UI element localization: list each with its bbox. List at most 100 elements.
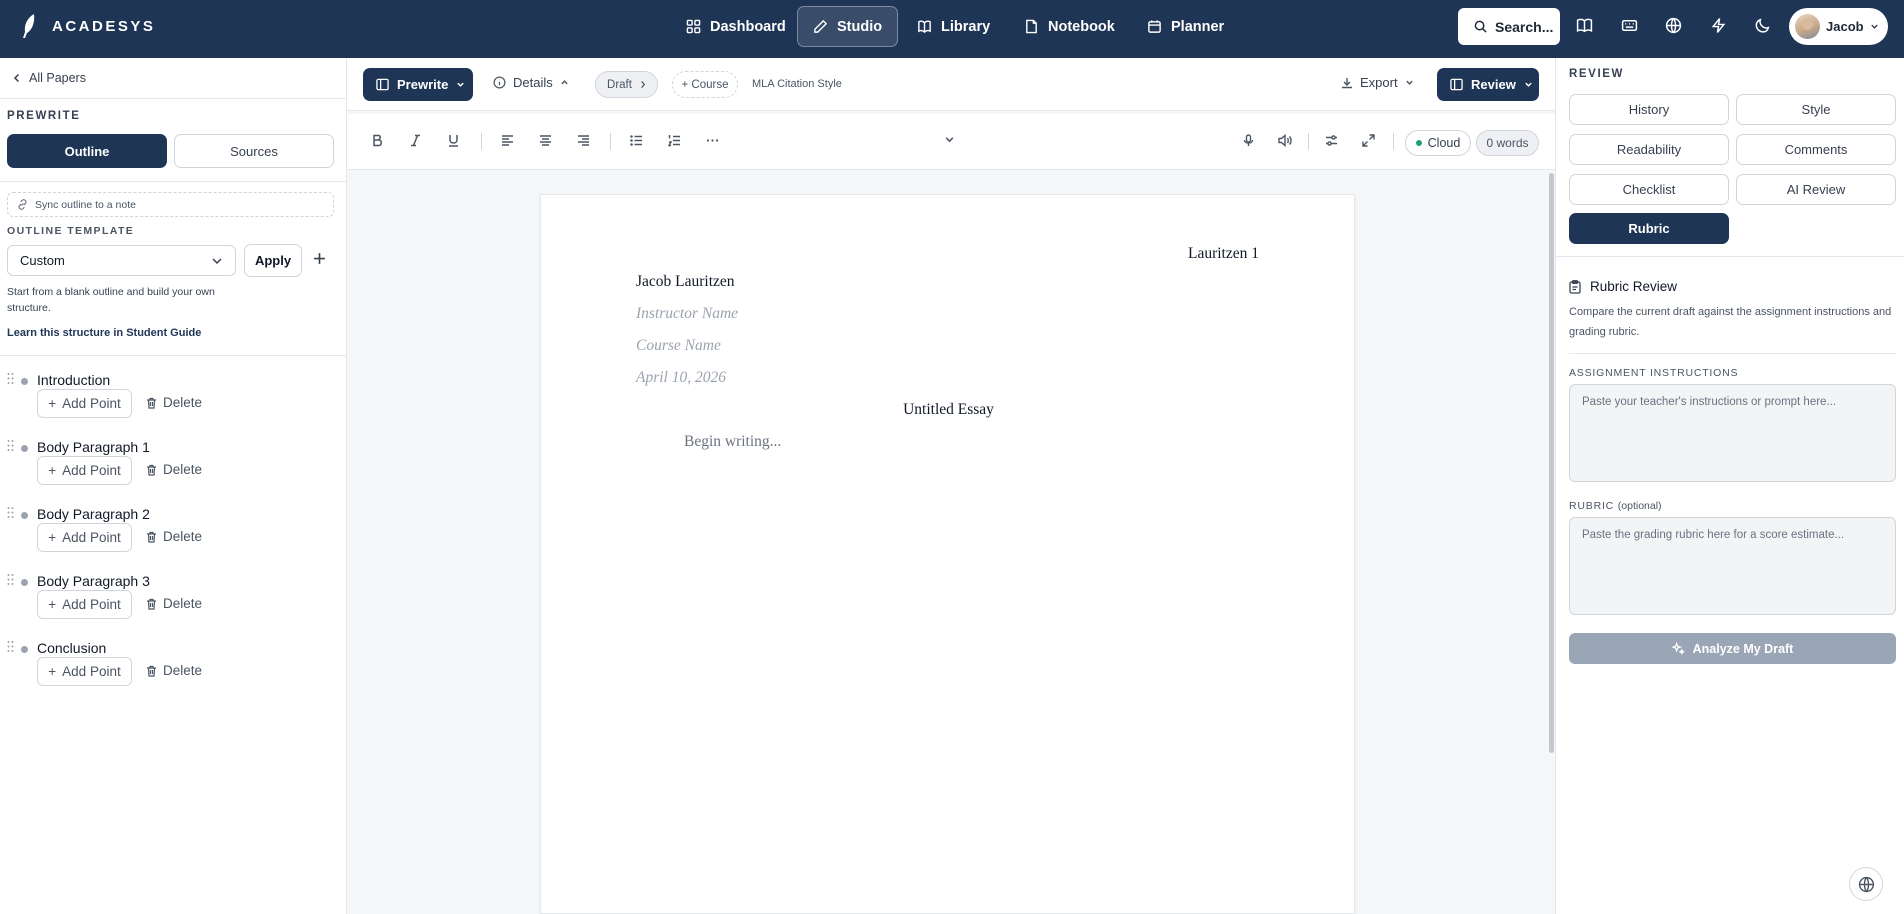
outline-item-title[interactable]: Body Paragraph 2 — [37, 506, 150, 522]
drag-handle-icon[interactable] — [7, 573, 14, 586]
date-placeholder[interactable]: April 10, 2026 — [636, 369, 726, 387]
panel-icon — [1450, 78, 1463, 91]
essay-title[interactable]: Untitled Essay — [541, 401, 1356, 419]
bullet-list-icon[interactable] — [630, 134, 643, 147]
outline-item-title[interactable]: Introduction — [37, 372, 110, 388]
outline-template-select[interactable]: Custom — [7, 245, 236, 276]
tab-outline[interactable]: Outline — [7, 134, 167, 168]
details-button[interactable]: Details — [493, 75, 569, 90]
review-history-button[interactable]: History — [1569, 94, 1729, 125]
assignment-instructions-input[interactable] — [1569, 384, 1896, 482]
review-readability-button[interactable]: Readability — [1569, 134, 1729, 165]
moon-icon[interactable] — [1754, 17, 1773, 36]
expand-icon[interactable] — [1362, 134, 1375, 147]
outline-item: Body Paragraph 2 + Add Point Delete — [0, 506, 347, 566]
details-label: Details — [513, 75, 553, 90]
globe-icon[interactable] — [1665, 17, 1684, 36]
student-guide-link[interactable]: Learn this structure in Student Guide — [7, 327, 201, 339]
outline-item-title[interactable]: Conclusion — [37, 640, 106, 656]
chevron-up-icon — [560, 78, 569, 87]
rubric-review-title: Rubric Review — [1590, 279, 1678, 294]
analyze-draft-button[interactable]: Analyze My Draft — [1569, 633, 1896, 664]
draft-status-button[interactable]: Draft — [595, 71, 658, 98]
more-icon[interactable] — [706, 134, 719, 147]
chevron-down-icon — [1524, 80, 1533, 89]
underline-icon[interactable] — [448, 134, 459, 147]
review-style-button[interactable]: Style — [1736, 94, 1896, 125]
review-checklist-button[interactable]: Checklist — [1569, 174, 1729, 205]
add-point-button[interactable]: + Add Point — [37, 590, 132, 619]
export-button[interactable]: Export — [1341, 75, 1414, 90]
app-logo[interactable]: ACADESYS — [22, 13, 155, 39]
editor-scrollbar[interactable] — [1549, 173, 1554, 753]
delete-button[interactable]: Delete — [146, 395, 202, 410]
sync-outline-button[interactable]: Sync outline to a note — [7, 192, 334, 217]
template-hint: Start from a blank outline and build you… — [7, 286, 215, 314]
chevron-right-icon — [640, 80, 646, 89]
delete-button[interactable]: Delete — [146, 529, 202, 544]
delete-label: Delete — [163, 663, 203, 678]
add-point-button[interactable]: + Add Point — [37, 523, 132, 552]
review-ai-button[interactable]: AI Review — [1736, 174, 1896, 205]
numbered-list-icon[interactable] — [668, 134, 681, 147]
chevron-down-icon — [1405, 78, 1414, 87]
rubric-review-description: Compare the current draft against the as… — [1569, 306, 1892, 338]
review-toggle-button[interactable]: Review — [1437, 68, 1539, 101]
instructor-name-placeholder[interactable]: Instructor Name — [636, 305, 738, 323]
search-button[interactable]: Search... — [1458, 8, 1560, 45]
nav-studio-label: Studio — [837, 18, 883, 35]
nav-dashboard[interactable]: Dashboard — [671, 6, 801, 47]
nav-notebook[interactable]: Notebook — [1009, 6, 1130, 47]
delete-button[interactable]: Delete — [146, 462, 202, 477]
apply-template-button[interactable]: Apply — [244, 244, 302, 277]
align-left-icon[interactable] — [501, 134, 514, 147]
review-rubric-button[interactable]: Rubric — [1569, 213, 1729, 244]
microphone-icon[interactable] — [1242, 134, 1255, 147]
italic-icon[interactable] — [410, 134, 421, 147]
keyboard-icon[interactable] — [1621, 17, 1640, 36]
floating-globe-button[interactable] — [1849, 867, 1883, 901]
nav-planner[interactable]: Planner — [1132, 6, 1239, 47]
all-papers-link[interactable]: All Papers — [13, 71, 86, 85]
rubric-input[interactable] — [1569, 517, 1896, 615]
tab-sources[interactable]: Sources — [174, 134, 334, 168]
course-name-placeholder[interactable]: Course Name — [636, 337, 721, 355]
nav-studio[interactable]: Studio — [797, 6, 899, 47]
trash-icon — [146, 397, 157, 409]
drag-handle-icon[interactable] — [7, 439, 14, 452]
align-right-icon[interactable] — [577, 134, 590, 147]
outline-item-title[interactable]: Body Paragraph 1 — [37, 439, 150, 455]
speaker-icon[interactable] — [1278, 134, 1292, 147]
drag-handle-icon[interactable] — [7, 506, 14, 519]
book-open-icon[interactable] — [1576, 17, 1595, 36]
essay-body-placeholder[interactable]: Begin writing... — [684, 433, 781, 451]
add-template-icon[interactable] — [313, 252, 326, 265]
review-comments-button[interactable]: Comments — [1736, 134, 1896, 165]
drag-handle-icon[interactable] — [7, 372, 14, 385]
document-page[interactable]: Lauritzen 1 Jacob Lauritzen Instructor N… — [540, 194, 1355, 914]
outline-item-title[interactable]: Body Paragraph 3 — [37, 573, 150, 589]
align-center-icon[interactable] — [539, 134, 552, 147]
nav-library[interactable]: Library — [902, 6, 1005, 47]
delete-button[interactable]: Delete — [146, 663, 202, 678]
citation-style-label[interactable]: MLA Citation Style — [752, 78, 842, 90]
chevron-down-icon[interactable] — [944, 134, 955, 145]
add-point-button[interactable]: + Add Point — [37, 657, 132, 686]
author-name[interactable]: Jacob Lauritzen — [636, 273, 735, 291]
delete-label: Delete — [163, 529, 203, 544]
chevron-down-icon — [456, 80, 465, 89]
divider — [0, 98, 347, 99]
add-point-button[interactable]: + Add Point — [37, 456, 132, 485]
settings-sliders-icon[interactable] — [1325, 134, 1338, 147]
add-course-button[interactable]: + Course — [672, 71, 738, 98]
delete-button[interactable]: Delete — [146, 596, 202, 611]
drag-handle-icon[interactable] — [7, 640, 14, 653]
lightning-icon[interactable] — [1710, 17, 1729, 36]
add-point-button[interactable]: + Add Point — [37, 389, 132, 418]
user-menu-button[interactable]: Jacob — [1789, 8, 1888, 45]
note-icon — [1024, 19, 1039, 34]
cloud-status-badge[interactable]: Cloud — [1405, 130, 1471, 156]
prewrite-toggle-button[interactable]: Prewrite — [363, 68, 473, 101]
bold-icon[interactable] — [372, 134, 383, 147]
plus-icon: + — [48, 664, 57, 679]
